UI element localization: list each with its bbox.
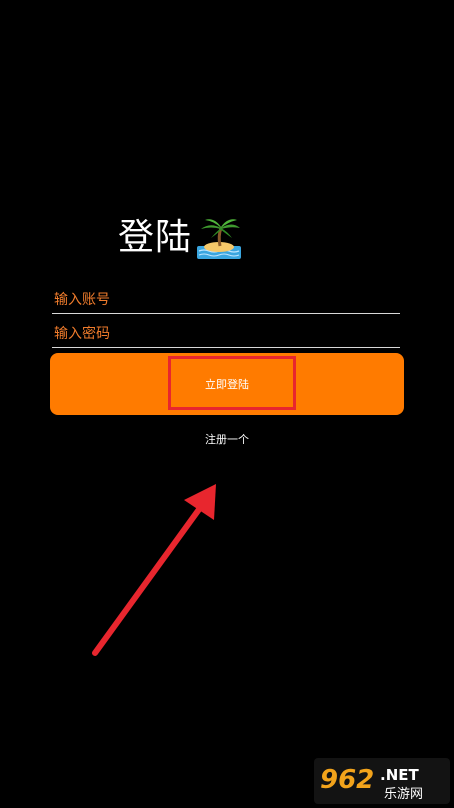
desert-island-icon [197,219,242,259]
svg-text:.NET: .NET [380,766,419,784]
password-field[interactable] [52,321,400,348]
login-button-label: 立即登陆 [205,378,249,391]
password-input[interactable] [52,321,400,347]
svg-text:962: 962 [320,765,374,795]
svg-text:乐游网: 乐游网 [384,787,423,802]
login-title: 登陆 [118,217,193,258]
account-input[interactable] [52,287,400,313]
site-watermark-logo: 962 .NET 乐游网 [314,758,450,804]
login-button[interactable]: 立即登陆 [50,353,404,415]
login-title-row: 登陆 [118,214,242,262]
register-link[interactable]: 注册一个 [0,431,454,447]
login-screen: 登陆 立即登陆 注册一个 [0,0,454,808]
account-field[interactable] [52,287,400,314]
